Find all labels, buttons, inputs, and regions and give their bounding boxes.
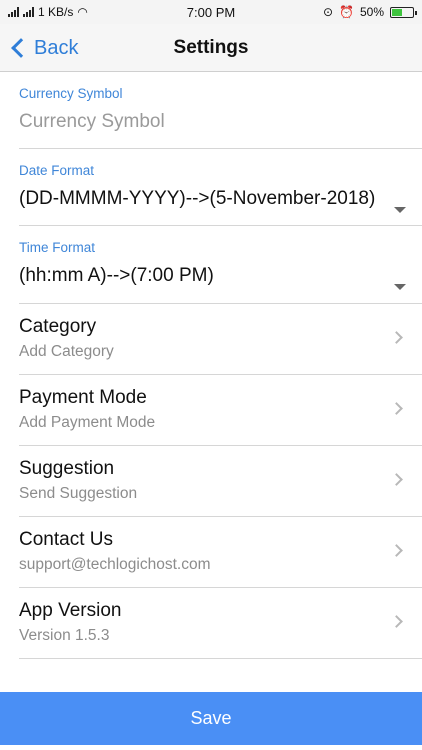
signal-icon — [8, 7, 19, 17]
chevron-right-icon — [390, 615, 403, 628]
chevron-right-icon — [390, 331, 403, 344]
battery-icon — [390, 6, 417, 18]
row-title: Category — [19, 316, 97, 337]
network-speed: 1 KB/s — [38, 5, 74, 19]
back-label: Back — [34, 36, 79, 59]
chevron-right-icon — [390, 544, 403, 557]
date-format-select[interactable]: Date Format (DD-MMMM-YYYY)-->(5-November… — [19, 149, 422, 226]
date-format-label: Date Format — [19, 163, 95, 178]
status-left: 1 KB/s ◠ — [8, 5, 158, 19]
row-title: Suggestion — [19, 458, 115, 479]
row-subtitle: support@techlogichost.com — [19, 556, 211, 573]
row-subtitle: Send Suggestion — [19, 485, 138, 502]
back-button[interactable]: Back — [8, 24, 78, 72]
time-format-label: Time Format — [19, 240, 96, 255]
navigation-bar: Back Settings — [0, 24, 422, 72]
bottom-divider — [0, 745, 422, 750]
row-title: Contact Us — [19, 529, 113, 550]
dropdown-arrow-icon[interactable] — [394, 207, 406, 213]
date-format-value[interactable]: (DD-MMMM-YYYY)-->(5-November-2018) — [19, 181, 422, 225]
currency-symbol-label: Currency Symbol — [19, 86, 123, 101]
settings-row-app-version[interactable]: App Version Version 1.5.3 — [19, 588, 422, 659]
signal-icon — [23, 7, 34, 17]
settings-row-payment-mode[interactable]: Payment Mode Add Payment Mode — [19, 375, 422, 446]
settings-row-category[interactable]: Category Add Category — [19, 304, 422, 375]
row-subtitle: Add Payment Mode — [19, 414, 156, 431]
alarm-icon: ⏰ — [339, 5, 354, 19]
save-button[interactable]: Save — [0, 692, 422, 745]
row-title: Payment Mode — [19, 387, 147, 408]
settings-form: Currency Symbol Currency Symbol Date For… — [0, 72, 422, 659]
rotation-lock-icon: ⊙ — [322, 5, 334, 19]
time-format-select[interactable]: Time Format (hh:mm A)-->(7:00 PM) — [19, 226, 422, 304]
currency-symbol-input[interactable]: Currency Symbol — [19, 104, 422, 148]
status-bar: 1 KB/s ◠ 7:00 PM ⊙ ⏰ 50% — [0, 0, 422, 24]
settings-row-suggestion[interactable]: Suggestion Send Suggestion — [19, 446, 422, 517]
wifi-icon: ◠ — [77, 5, 88, 19]
chevron-right-icon — [390, 402, 403, 415]
chevron-left-icon — [11, 38, 31, 58]
chevron-right-icon — [390, 473, 403, 486]
currency-symbol-field[interactable]: Currency Symbol Currency Symbol — [19, 72, 422, 149]
row-subtitle: Add Category — [19, 343, 114, 360]
row-subtitle: Version 1.5.3 — [19, 627, 110, 644]
time-format-value[interactable]: (hh:mm A)-->(7:00 PM) — [19, 258, 422, 302]
battery-percent: 50% — [359, 5, 384, 19]
dropdown-arrow-icon[interactable] — [394, 284, 406, 290]
status-right: ⊙ ⏰ 50% — [264, 5, 417, 19]
row-title: App Version — [19, 600, 122, 621]
settings-row-contact-us[interactable]: Contact Us support@techlogichost.com — [19, 517, 422, 588]
status-time: 7:00 PM — [186, 4, 236, 20]
